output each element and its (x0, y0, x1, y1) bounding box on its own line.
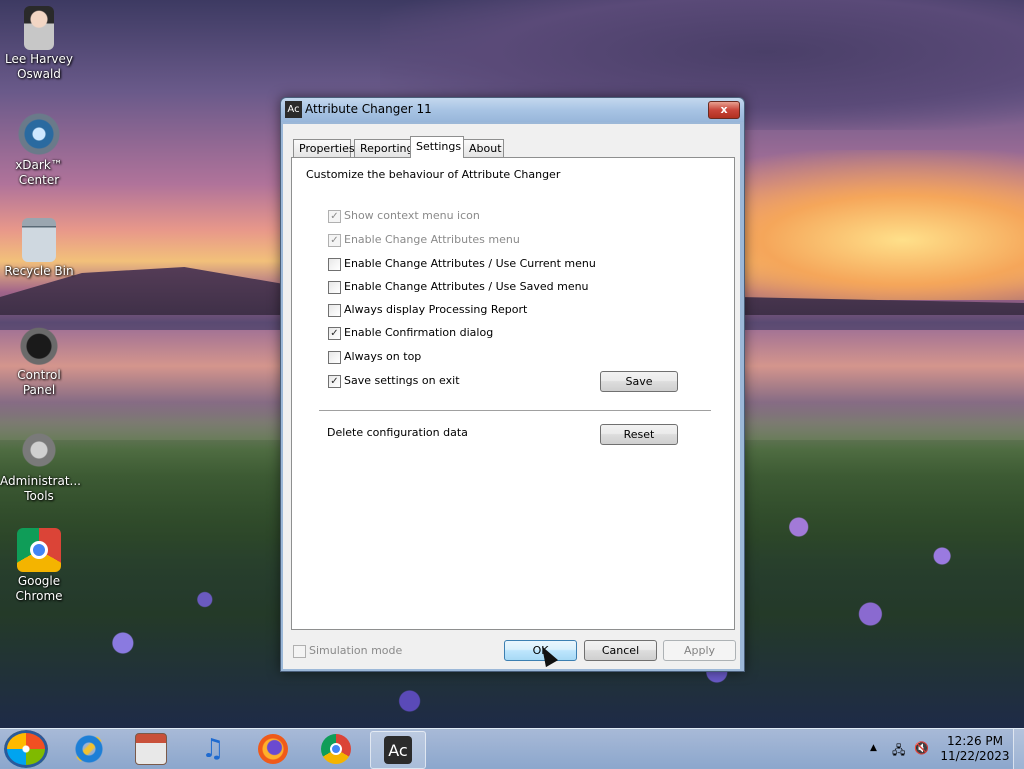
checkbox-label[interactable]: Always on top (344, 350, 421, 364)
window-title: Attribute Changer 11 (305, 102, 432, 116)
desktop-icon-label: Control Panel (17, 368, 61, 397)
checkbox-label: Show context menu icon (344, 209, 480, 222)
firefox-icon (258, 734, 288, 764)
checkbox[interactable] (328, 258, 341, 271)
checkbox[interactable]: ✓ (328, 375, 341, 388)
close-icon: x (720, 103, 728, 116)
clock-date: 11/22/2023 (940, 749, 1010, 763)
store-icon (135, 733, 167, 765)
recycle-bin-icon (22, 218, 56, 262)
desktop-icon-recycle-bin[interactable]: Recycle Bin (0, 218, 78, 279)
show-desktop-button[interactable] (1013, 729, 1024, 769)
desktop-icon-label: Lee Harvey (5, 52, 73, 66)
network-icon[interactable]: 🖧 (892, 741, 905, 762)
taskbar: ♫ Ac ▲ 🖧 🔇 12:26 PM 11/22/2023 (0, 728, 1024, 769)
checkbox-label[interactable]: Enable Confirmation dialog (344, 326, 493, 340)
checkbox[interactable] (328, 304, 341, 317)
window-client-area: Properties Reporting Settings About Cust… (283, 124, 740, 669)
taskbar-chrome[interactable] (309, 731, 363, 767)
save-button[interactable]: Save (600, 371, 678, 392)
apply-button[interactable]: Apply (663, 640, 736, 661)
desktop-icon-label: xDark™ (15, 158, 63, 172)
desktop-icon-control-panel[interactable]: Control Panel (0, 322, 78, 398)
close-button[interactable]: x (708, 101, 740, 119)
desktop-icon-label: Center (18, 173, 60, 187)
desktop-icon-label: Tools (24, 489, 54, 503)
checkbox[interactable]: ✓ (328, 327, 341, 340)
desktop-icon-label: Google (17, 574, 61, 588)
checkbox-label[interactable]: Always display Processing Report (344, 303, 527, 317)
checkbox-label: Simulation mode (309, 644, 403, 657)
checkbox-label: Enable Change Attributes menu (344, 233, 520, 246)
start-button[interactable] (4, 730, 48, 768)
desktop-icon-google-chrome[interactable]: Google Chrome (0, 528, 78, 604)
reset-button[interactable]: Reset (600, 424, 678, 445)
taskbar-attribute-changer[interactable]: Ac (370, 731, 426, 769)
clock-time: 12:26 PM (947, 734, 1003, 748)
app-icon: Ac (285, 101, 302, 118)
checkbox (293, 645, 306, 658)
desktop-icon-administrative-tools[interactable]: Administrat... Tools (0, 428, 81, 504)
xdark-center-icon (17, 112, 61, 156)
control-panel-icon (17, 322, 61, 366)
desktop-icon-label: Recycle Bin (4, 264, 74, 278)
delete-config-label: Delete configuration data (327, 426, 468, 439)
desktop-icon-label: Administrat... (0, 474, 81, 488)
checkbox[interactable] (328, 351, 341, 364)
separator (319, 410, 711, 412)
music-icon: ♫ (201, 734, 225, 764)
checkbox-label[interactable]: Save settings on exit (344, 374, 460, 388)
checkbox-label[interactable]: Enable Change Attributes / Use Current m… (344, 257, 596, 271)
desktop-icon-label: Chrome (15, 589, 63, 603)
volume-muted-icon[interactable]: 🔇 (914, 741, 929, 755)
settings-heading: Customize the behaviour of Attribute Cha… (306, 168, 561, 181)
checkbox-label[interactable]: Enable Change Attributes / Use Saved men… (344, 280, 589, 294)
tab-reporting[interactable]: Reporting (354, 139, 413, 157)
attribute-changer-icon: Ac (384, 736, 412, 764)
chrome-icon (17, 528, 61, 572)
desktop-icon-xdark-center[interactable]: xDark™ Center (0, 112, 78, 188)
checkbox[interactable] (328, 281, 341, 294)
cancel-button[interactable]: Cancel (584, 640, 657, 661)
checkbox: ✓ (328, 234, 341, 247)
taskbar-store[interactable] (124, 731, 178, 767)
desktop-icon-lee-harvey-oswald[interactable]: Lee Harvey Oswald (0, 6, 78, 82)
admin-tools-icon (17, 428, 61, 472)
taskbar-internet-explorer[interactable] (62, 731, 116, 767)
user-doll-icon (24, 6, 54, 50)
tab-about[interactable]: About (463, 139, 504, 157)
system-clock[interactable]: 12:26 PM 11/22/2023 (940, 734, 1010, 764)
desktop-icon-label: Oswald (17, 67, 61, 81)
taskbar-firefox[interactable] (246, 731, 300, 767)
chrome-icon (321, 734, 351, 764)
checkbox: ✓ (328, 210, 341, 223)
internet-explorer-icon (74, 734, 104, 764)
taskbar-music[interactable]: ♫ (186, 731, 240, 767)
tab-settings[interactable]: Settings (410, 136, 464, 158)
show-hidden-icons-button[interactable]: ▲ (870, 743, 877, 753)
settings-panel: Customize the behaviour of Attribute Cha… (291, 157, 735, 630)
window-titlebar[interactable]: Ac Attribute Changer 11 x (281, 98, 744, 122)
attribute-changer-window: Ac Attribute Changer 11 x Properties Rep… (280, 97, 745, 672)
tab-properties[interactable]: Properties (293, 139, 355, 157)
